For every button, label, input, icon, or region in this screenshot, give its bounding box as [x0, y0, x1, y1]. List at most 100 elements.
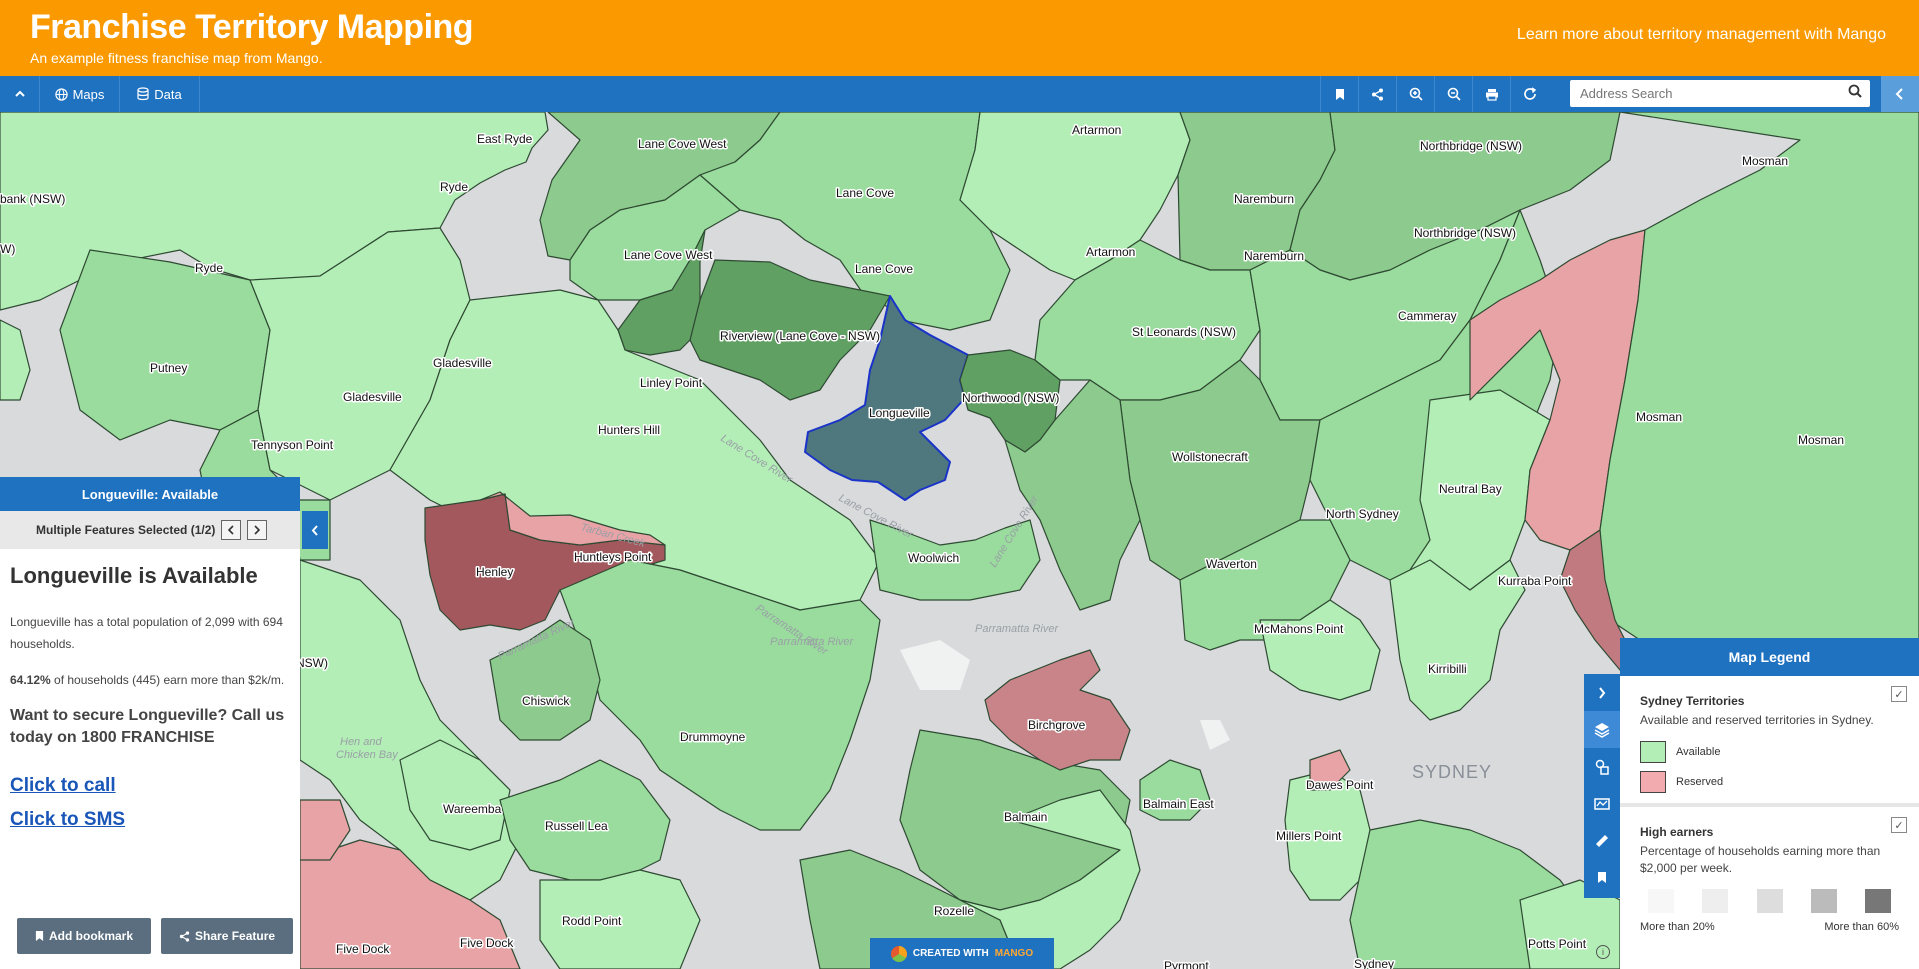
map-label: W)	[0, 242, 15, 256]
available-swatch	[1640, 741, 1666, 763]
map-label: Neutral Bay	[1439, 482, 1502, 496]
map-label: Longueville	[869, 406, 930, 420]
zoom-out-button[interactable]	[1434, 76, 1472, 112]
map-label: Pyrmont	[1164, 959, 1209, 969]
map-label: Cammeray	[1398, 309, 1457, 323]
map-label: Northbridge (NSW)	[1420, 139, 1522, 153]
map-label: McMahons Point	[1254, 622, 1344, 636]
map-label: St Leonards (NSW)	[1132, 325, 1236, 339]
map-label: Linley Point	[640, 376, 703, 390]
share-icon	[1372, 88, 1383, 100]
print-button[interactable]	[1472, 76, 1510, 112]
legend-header: Map Legend	[1620, 638, 1919, 676]
add-bookmark-button[interactable]: Add bookmark	[17, 918, 152, 954]
app-title: Franchise Territory Mapping	[30, 8, 474, 46]
address-search-input[interactable]	[1580, 84, 1830, 103]
map-label: SYDNEY	[1412, 762, 1492, 782]
map-label: bank (NSW)	[0, 192, 65, 206]
map-label: Rodd Point	[562, 914, 622, 928]
chevron-left-icon	[1895, 88, 1903, 100]
collapse-feature-panel-button[interactable]	[302, 511, 328, 549]
info-icon[interactable]: i	[1596, 945, 1610, 959]
legend-high-earners: ✓ High earners Percentage of households …	[1620, 807, 1919, 943]
collapse-right-panel-button[interactable]	[1881, 76, 1919, 112]
multi-select-label: Multiple Features Selected (1/2)	[36, 523, 216, 537]
chevron-right-icon	[1599, 686, 1606, 699]
share-tool-button[interactable]	[1358, 76, 1396, 112]
map-label: Balmain	[1004, 810, 1047, 824]
database-icon	[137, 87, 149, 101]
territory-putney[interactable]	[59, 249, 271, 441]
water-label: Parramatta River	[975, 623, 1059, 635]
mango-logo-icon	[890, 945, 907, 962]
chevron-left-icon	[228, 525, 234, 535]
earners-scale-labels: More than 20% More than 60%	[1640, 921, 1899, 933]
zoom-in-icon	[1409, 87, 1423, 101]
map-label: Potts Point	[1528, 937, 1587, 951]
mango-brand-label: MANGO	[994, 948, 1034, 959]
previous-feature-button[interactable]	[221, 520, 242, 540]
map-label: Ryde	[440, 180, 468, 194]
water-label: Hen and	[340, 736, 382, 748]
map-label: Huntleys Point	[574, 550, 652, 564]
earners-scale-swatch	[1648, 889, 1674, 913]
map-label: East Ryde	[477, 132, 533, 146]
earners-title: High earners	[1640, 825, 1714, 839]
map-label: Riverview (Lane Cove - NSW)	[720, 329, 880, 343]
bookmarks-button[interactable]	[1584, 859, 1620, 896]
territories-title: Sydney Territories	[1640, 694, 1745, 708]
map-label: Hunters Hill	[598, 423, 660, 437]
map-label: Naremburn	[1234, 192, 1294, 206]
earners-text: 64.12% of households (445) earn more tha…	[10, 669, 290, 691]
water-label: Parramatta River	[770, 636, 854, 648]
zoom-out-icon	[1447, 87, 1461, 101]
basemap-button[interactable]	[1584, 785, 1620, 822]
map-label: Five Dock	[460, 936, 514, 950]
map-label: Northbridge (NSW)	[1414, 226, 1516, 240]
territories-toggle-checkbox[interactable]: ✓	[1891, 686, 1907, 702]
map-legend: Map Legend ✓ Sydney Territories Availabl…	[1620, 638, 1919, 969]
feature-panel-body: Longueville is Available Longueville has…	[0, 549, 300, 857]
chevron-up-icon	[14, 90, 25, 97]
share-icon	[179, 930, 190, 942]
created-with-mango-badge[interactable]: CREATED WITH MANGO	[870, 938, 1054, 969]
earners-scale-swatch	[1702, 889, 1729, 913]
click-to-call-link[interactable]: Click to call	[10, 775, 290, 797]
data-menu-button[interactable]: Data	[120, 76, 200, 112]
refresh-button[interactable]	[1510, 76, 1548, 112]
print-icon	[1485, 88, 1498, 101]
map-label: Drummoyne	[680, 730, 746, 744]
measure-button[interactable]	[1584, 822, 1620, 859]
map-label: Putney	[150, 361, 187, 375]
map-label: Northwood (NSW)	[962, 391, 1059, 405]
collapse-header-button[interactable]	[0, 76, 40, 112]
map-side-tools	[1584, 674, 1620, 898]
bookmark-tool-button[interactable]	[1320, 76, 1358, 112]
bookmark-icon	[1335, 88, 1344, 100]
add-bookmark-label: Add bookmark	[49, 929, 134, 943]
styles-button[interactable]	[1584, 748, 1620, 785]
maps-menu-button[interactable]: Maps	[40, 76, 120, 112]
share-feature-button[interactable]: Share Feature	[161, 918, 294, 954]
earners-toggle-checkbox[interactable]: ✓	[1891, 817, 1907, 833]
legend-available-row: Available	[1640, 741, 1899, 763]
chevron-right-icon	[254, 525, 261, 535]
map-label: North Sydney	[1326, 507, 1399, 521]
earners-min-label: More than 20%	[1640, 921, 1715, 933]
legend-territories: ✓ Sydney Territories Available and reser…	[1620, 676, 1919, 807]
map-label: Mosman	[1798, 433, 1844, 447]
learn-more-link[interactable]: Learn more about territory management wi…	[1517, 26, 1886, 44]
map-label: Henley	[476, 565, 513, 579]
zoom-in-button[interactable]	[1396, 76, 1434, 112]
map-label: Lane Cove	[855, 262, 913, 276]
map-label: Waverton	[1206, 557, 1257, 571]
map-label: Gladesville	[343, 390, 402, 404]
map-icon	[1594, 797, 1610, 810]
click-to-sms-link[interactable]: Click to SMS	[10, 809, 290, 831]
expand-legend-button[interactable]	[1584, 674, 1620, 711]
search-icon[interactable]	[1848, 84, 1862, 103]
next-feature-button[interactable]	[247, 520, 268, 540]
map-label: Tennyson Point	[251, 438, 334, 452]
layers-button[interactable]	[1584, 711, 1620, 748]
map-label: Dawes Point	[1306, 778, 1374, 792]
